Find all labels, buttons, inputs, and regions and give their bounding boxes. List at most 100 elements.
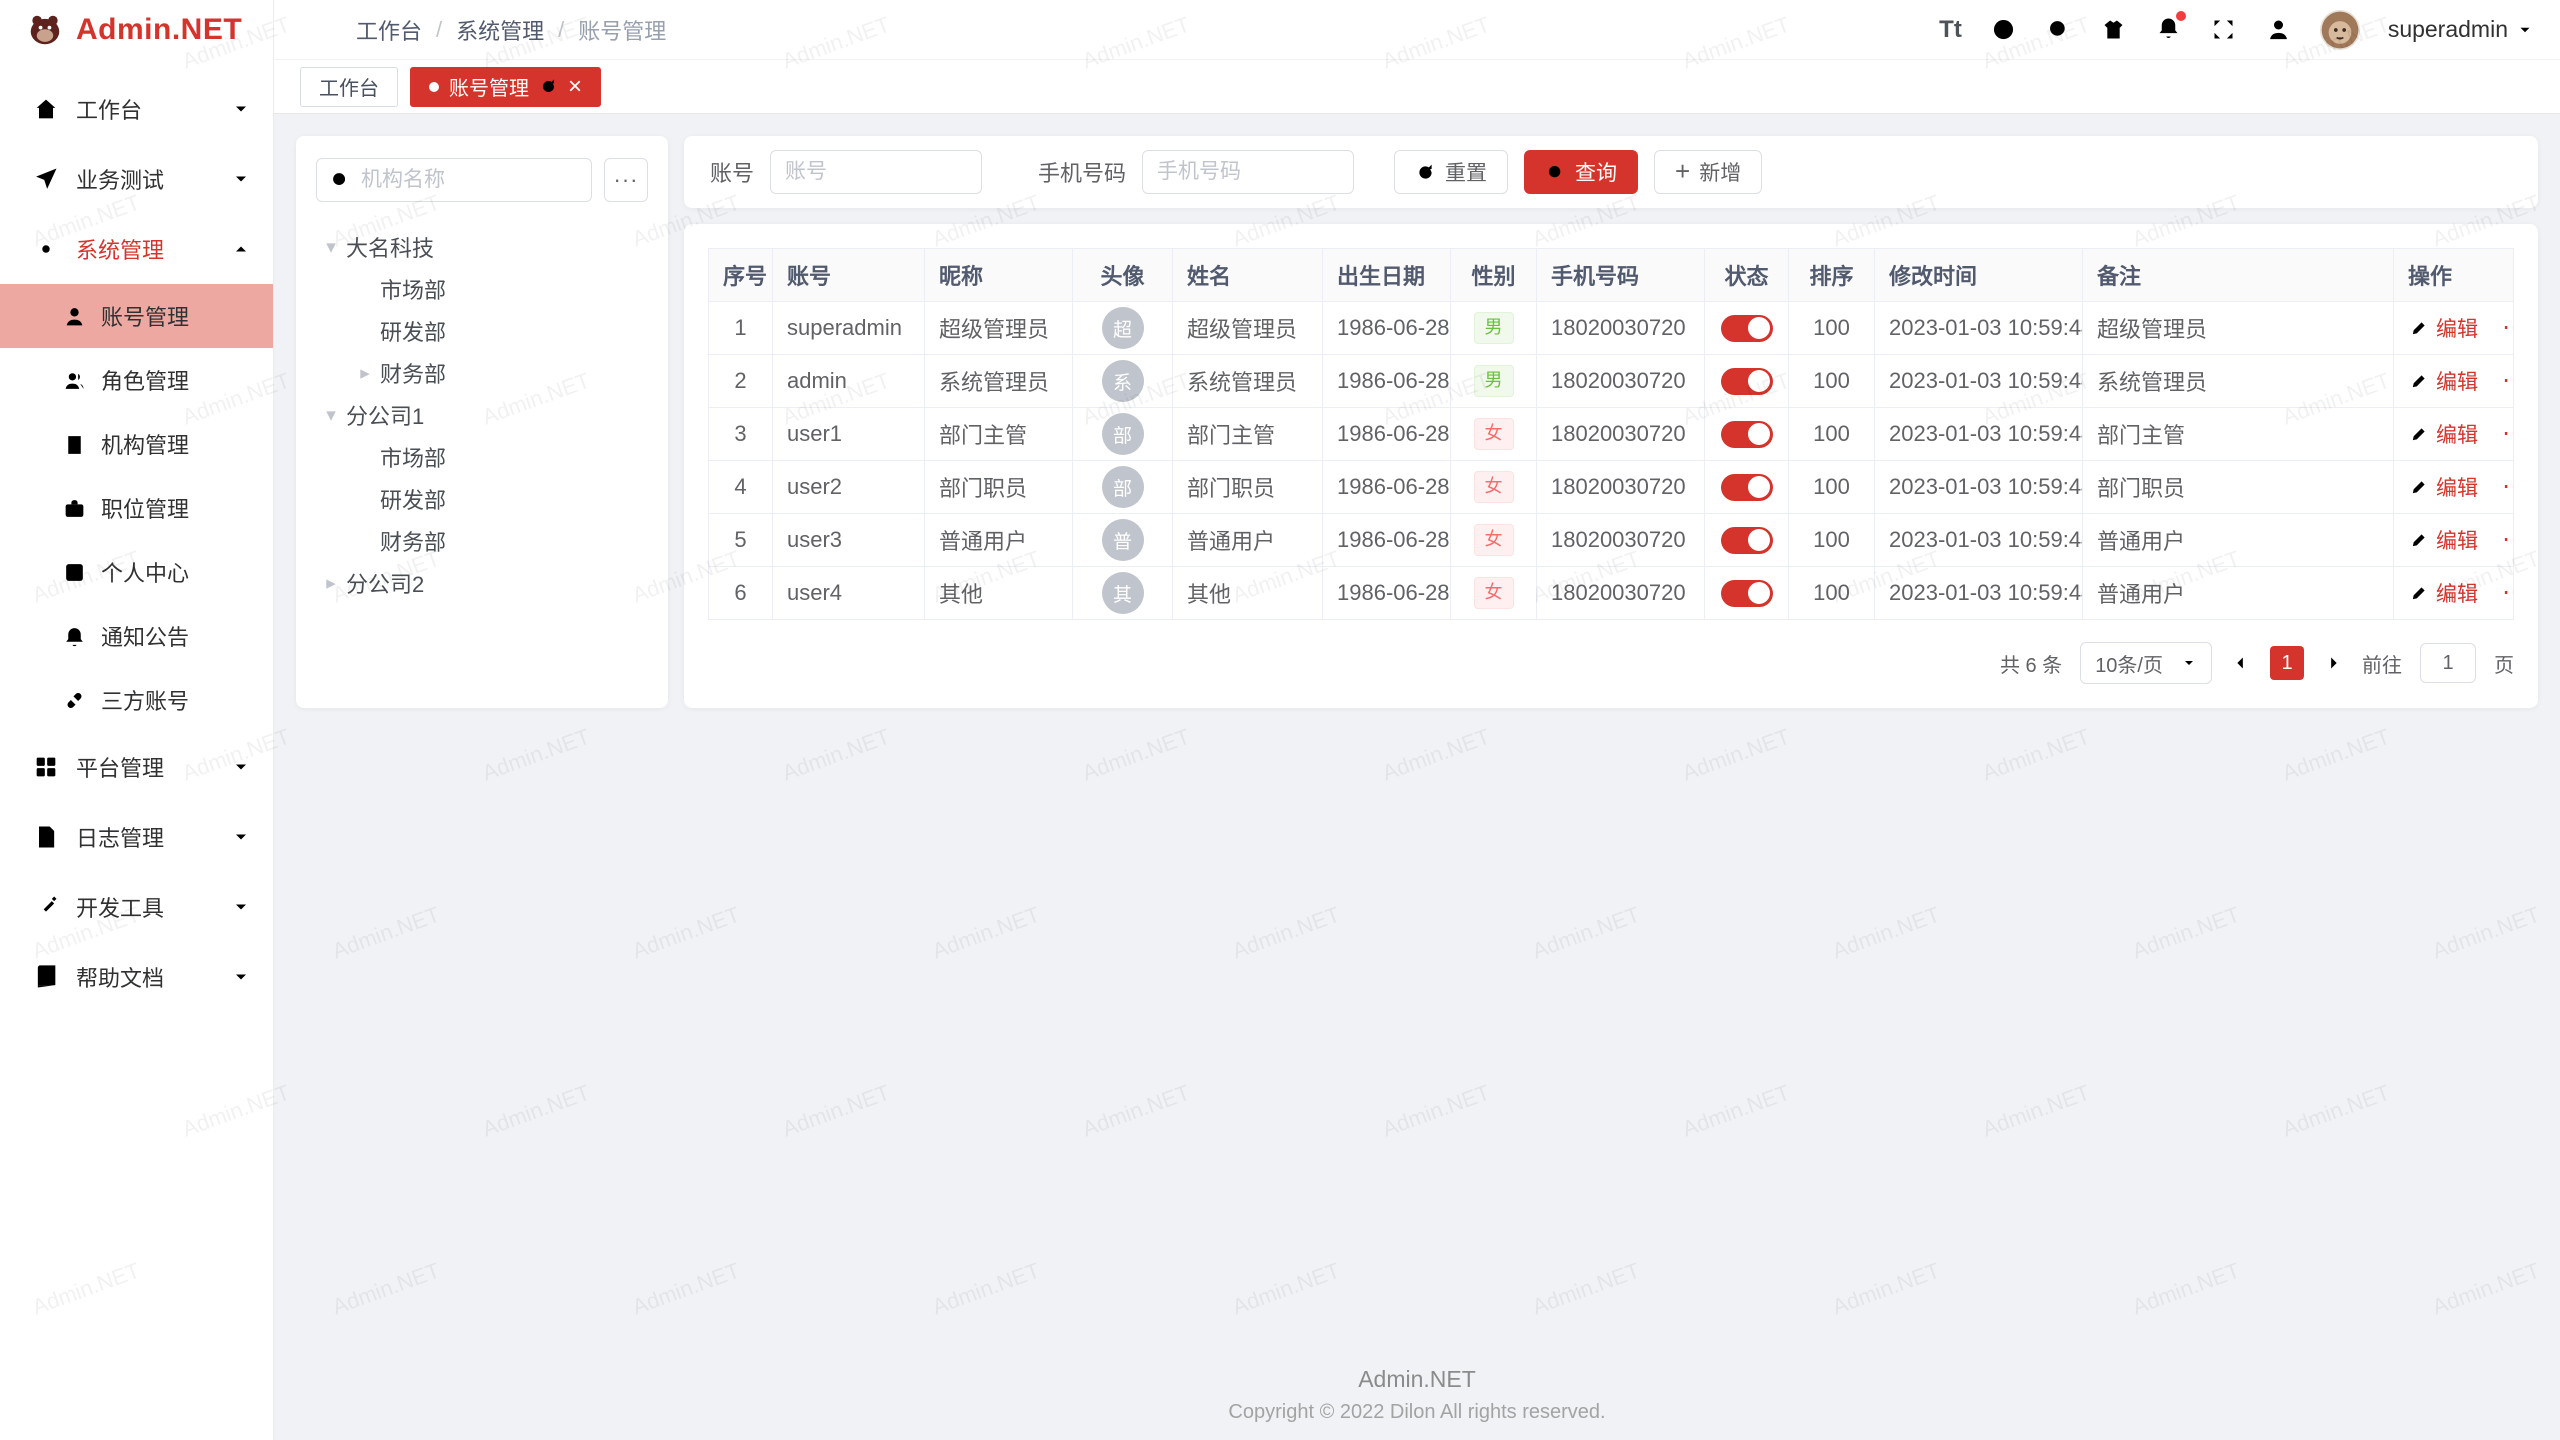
user-menu[interactable]: superadmin [2388, 16, 2534, 43]
tab-workbench[interactable]: 工作台 [300, 67, 398, 107]
tree-node[interactable]: ▾大名科技 [316, 226, 648, 268]
caret-icon[interactable]: ▾ [316, 404, 346, 427]
sidebar-item-platform-management[interactable]: 平台管理 [0, 732, 273, 802]
status-toggle[interactable] [1721, 580, 1773, 607]
sidebar-item-role-management[interactable]: 角色管理 [0, 348, 273, 412]
status-toggle[interactable] [1721, 474, 1773, 501]
search-icon[interactable] [2045, 16, 2072, 43]
edit-button[interactable]: 编辑 [2408, 313, 2478, 343]
phone-filter-input[interactable] [1142, 150, 1354, 194]
edit-button-label: 编辑 [2436, 313, 2478, 343]
cell-phone: 18020030720 [1537, 302, 1705, 355]
sidebar-item-personal-center[interactable]: 个人中心 [0, 540, 273, 604]
tree-node[interactable]: 研发部 [316, 310, 648, 352]
row-more-button[interactable]: ⋯ [2502, 322, 2514, 334]
caret-icon[interactable]: ▸ [350, 362, 380, 385]
profile-card-icon [62, 560, 87, 585]
status-toggle[interactable] [1721, 421, 1773, 448]
edit-button[interactable]: 编辑 [2408, 472, 2478, 502]
prev-page-icon[interactable] [2230, 652, 2252, 674]
cell-actions: 编辑 ⋯ [2394, 567, 2514, 620]
profile-icon[interactable] [2265, 16, 2292, 43]
fullscreen-icon[interactable] [2210, 16, 2237, 43]
sidebar-item-system-management[interactable]: 系统管理 [0, 214, 273, 284]
col-header-status: 状态 [1705, 249, 1789, 302]
cell-remark: 部门主管 [2083, 408, 2394, 461]
row-more-button[interactable]: ⋯ [2502, 534, 2514, 546]
caret-icon[interactable]: ▸ [316, 572, 346, 595]
user-avatar[interactable] [2320, 10, 2360, 50]
tree-node[interactable]: ▾分公司1 [316, 394, 648, 436]
sidebar-item-org-management[interactable]: 机构管理 [0, 412, 273, 476]
sidebar-item-business-test[interactable]: 业务测试 [0, 144, 273, 214]
edit-button[interactable]: 编辑 [2408, 419, 2478, 449]
breadcrumb-item[interactable]: 工作台 [356, 14, 422, 46]
edit-button[interactable]: 编辑 [2408, 578, 2478, 608]
goto-page-input[interactable] [2420, 643, 2476, 683]
sidebar-item-third-party-account[interactable]: 三方账号 [0, 668, 273, 732]
document-icon [32, 823, 60, 851]
reset-button-label: 重置 [1445, 157, 1487, 187]
link-icon [62, 688, 87, 713]
cell-phone: 18020030720 [1537, 355, 1705, 408]
avatar: 系 [1102, 360, 1144, 402]
sidebar-item-position-management[interactable]: 职位管理 [0, 476, 273, 540]
sidebar-item-help-docs[interactable]: 帮助文档 [0, 942, 273, 1012]
cell-no: 3 [709, 408, 773, 461]
edit-button[interactable]: 编辑 [2408, 525, 2478, 555]
status-toggle[interactable] [1721, 527, 1773, 554]
page-size-select[interactable]: 10条/页 [2080, 642, 2212, 684]
page-number-active[interactable]: 1 [2270, 646, 2304, 680]
add-button[interactable]: + 新增 [1654, 150, 1762, 194]
sidebar-item-workbench[interactable]: 工作台 [0, 74, 273, 144]
tab-account-management[interactable]: 账号管理 × [410, 67, 601, 107]
tree-node-label: 研发部 [380, 315, 446, 347]
sidebar-item-label: 角色管理 [101, 364, 189, 396]
account-filter-input[interactable] [770, 150, 982, 194]
sidebar-item-notice[interactable]: 通知公告 [0, 604, 273, 668]
query-button[interactable]: 查询 [1524, 150, 1638, 194]
breadcrumb-item[interactable]: 系统管理 [456, 14, 544, 46]
breadcrumb-separator: / [558, 17, 564, 43]
language-icon[interactable] [1990, 16, 2017, 43]
cell-nickname: 系统管理员 [925, 355, 1073, 408]
cell-actions: 编辑 ⋯ [2394, 302, 2514, 355]
notification-badge [2176, 11, 2186, 21]
row-more-button[interactable]: ⋯ [2502, 375, 2514, 387]
cell-modified: 2023-01-03 10:59:44 [1875, 461, 2083, 514]
reset-button[interactable]: 重置 [1394, 150, 1508, 194]
avatar: 其 [1102, 572, 1144, 614]
refresh-icon[interactable] [539, 77, 558, 96]
tree-more-button[interactable]: ··· [604, 158, 648, 202]
sidebar-item-log-management[interactable]: 日志管理 [0, 802, 273, 872]
notification-button[interactable] [2155, 14, 2182, 46]
col-header-birth: 出生日期 [1323, 249, 1451, 302]
caret-icon[interactable]: ▾ [316, 236, 346, 259]
app-logo[interactable]: Admin.NET [0, 0, 273, 60]
theme-icon[interactable] [2100, 16, 2127, 43]
cell-actions: 编辑 ⋯ [2394, 355, 2514, 408]
tree-node[interactable]: 市场部 [316, 436, 648, 478]
sidebar-item-dev-tools[interactable]: 开发工具 [0, 872, 273, 942]
font-size-icon[interactable]: Tt [1939, 16, 1962, 44]
org-search-input[interactable] [361, 168, 579, 192]
row-more-button[interactable]: ⋯ [2502, 481, 2514, 493]
tree-node[interactable]: ▸分公司2 [316, 562, 648, 604]
user-icon [62, 304, 87, 329]
cell-status [1705, 355, 1789, 408]
row-more-button[interactable]: ⋯ [2502, 587, 2514, 599]
tree-node[interactable]: ▸财务部 [316, 352, 648, 394]
tree-node[interactable]: 研发部 [316, 478, 648, 520]
status-toggle[interactable] [1721, 315, 1773, 342]
sidebar-item-account-management[interactable]: 账号管理 [0, 284, 273, 348]
send-icon [32, 165, 60, 193]
status-toggle[interactable] [1721, 368, 1773, 395]
tree-node[interactable]: 财务部 [316, 520, 648, 562]
edit-button[interactable]: 编辑 [2408, 366, 2478, 396]
close-icon[interactable]: × [568, 75, 582, 99]
cell-nickname: 其他 [925, 567, 1073, 620]
row-more-button[interactable]: ⋯ [2502, 428, 2514, 440]
tree-node[interactable]: 市场部 [316, 268, 648, 310]
next-page-icon[interactable] [2322, 652, 2344, 674]
hamburger-menu-icon[interactable] [300, 15, 330, 45]
